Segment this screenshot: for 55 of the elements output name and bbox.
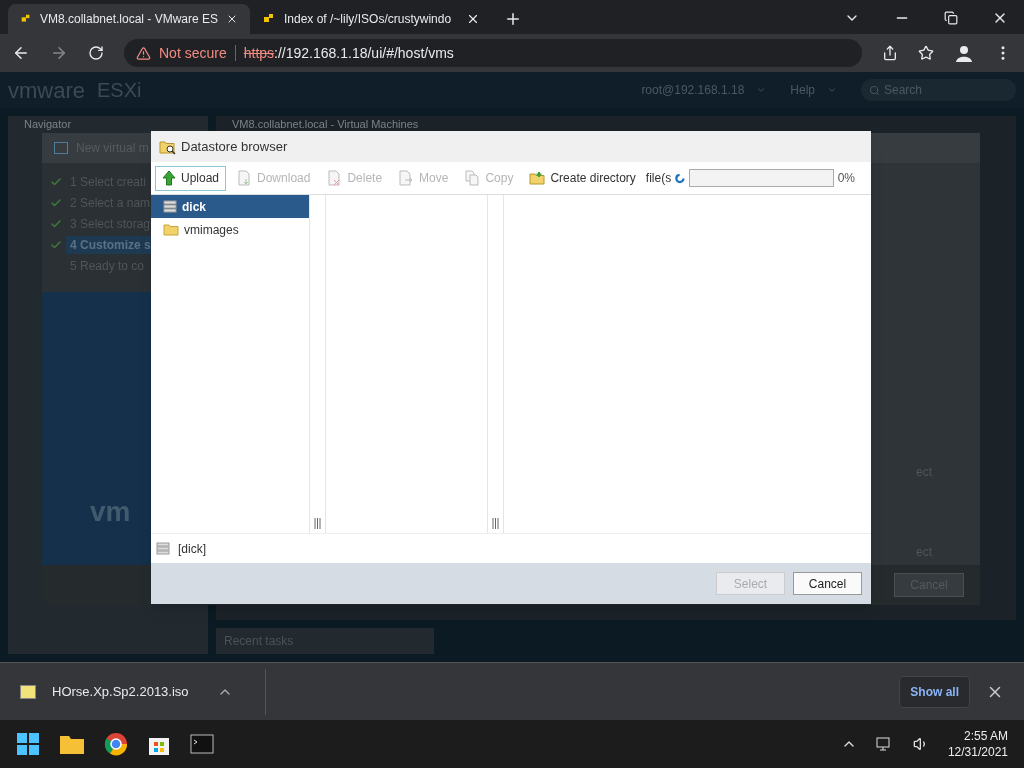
star-icon[interactable] [918, 45, 934, 61]
forward-icon[interactable] [50, 44, 68, 62]
user-menu[interactable]: root@192.168.1.18 [641, 81, 745, 99]
clock-time[interactable]: 2:55 AM [963, 728, 1008, 744]
copy-icon [464, 170, 481, 186]
document-icon [398, 170, 415, 186]
show-all-button[interactable]: Show all [899, 675, 970, 708]
path-text: [dick] [178, 540, 206, 558]
up-arrow-icon [162, 170, 176, 186]
tab-title: VM8.collabnet.local - VMware ES [39, 11, 219, 28]
browser-tab[interactable]: Index of /~lily/ISOs/crustywindo [250, 4, 492, 34]
caret-icon [827, 85, 837, 95]
folder-icon[interactable] [59, 733, 85, 755]
close-icon[interactable] [466, 12, 480, 26]
resize-handle[interactable] [314, 518, 321, 529]
security-label: Not secure [159, 43, 227, 63]
folder-search-icon [159, 138, 177, 155]
folder-icon [529, 171, 546, 185]
help-menu[interactable]: Help [790, 81, 815, 99]
resize-handle[interactable] [492, 518, 499, 529]
share-icon[interactable] [882, 45, 898, 61]
dialog-button[interactable]: Cancel [793, 572, 862, 595]
datastore-item[interactable]: vmimages [151, 218, 309, 241]
reload-icon[interactable] [88, 45, 104, 61]
terminal-icon[interactable] [190, 734, 214, 754]
restore-icon[interactable] [944, 11, 958, 25]
dialog-title: Datastore browser [181, 137, 288, 156]
wizard-step[interactable]: 4 Customize s [66, 235, 152, 254]
document-icon [236, 170, 253, 186]
folder-icon [163, 223, 179, 236]
upload-label: file(s [645, 170, 672, 187]
database-icon [163, 200, 177, 213]
url-text: https://192.168.1.18/ui/#/host/vms [243, 43, 454, 63]
browser-icon[interactable] [104, 732, 128, 756]
spinner-icon [675, 172, 685, 184]
address-field[interactable]: Not secure https://192.168.1.18/ui/#/host/vms [124, 39, 862, 67]
panel-title: Navigator [23, 117, 73, 131]
progress-percent: 0% [837, 170, 855, 187]
back-icon[interactable] [12, 44, 30, 62]
clock-date[interactable]: 12/31/2021 [947, 744, 1008, 760]
search-icon [869, 84, 880, 96]
breadcrumb: VM8.collabnet.local - Virtual Machines [232, 118, 420, 131]
warning-icon [136, 45, 151, 61]
download-file[interactable]: HOrse.Xp.Sp2.2013.iso [52, 681, 189, 702]
datastore-item[interactable]: dick [151, 195, 309, 218]
toolbar-button[interactable]: Upload [155, 165, 227, 191]
tab-title: Index of /~lily/ISOs/crustywindo [284, 11, 453, 28]
profile-icon[interactable] [954, 43, 974, 63]
browser-tab[interactable]: VM8.collabnet.local - VMware ES [8, 4, 250, 34]
document-icon [326, 170, 343, 186]
database-icon [156, 542, 170, 555]
new-tab-icon[interactable] [504, 10, 522, 28]
caret-icon [756, 85, 767, 95]
windows-icon[interactable] [16, 732, 40, 756]
toolbar-button[interactable]: Create directory [523, 165, 642, 191]
